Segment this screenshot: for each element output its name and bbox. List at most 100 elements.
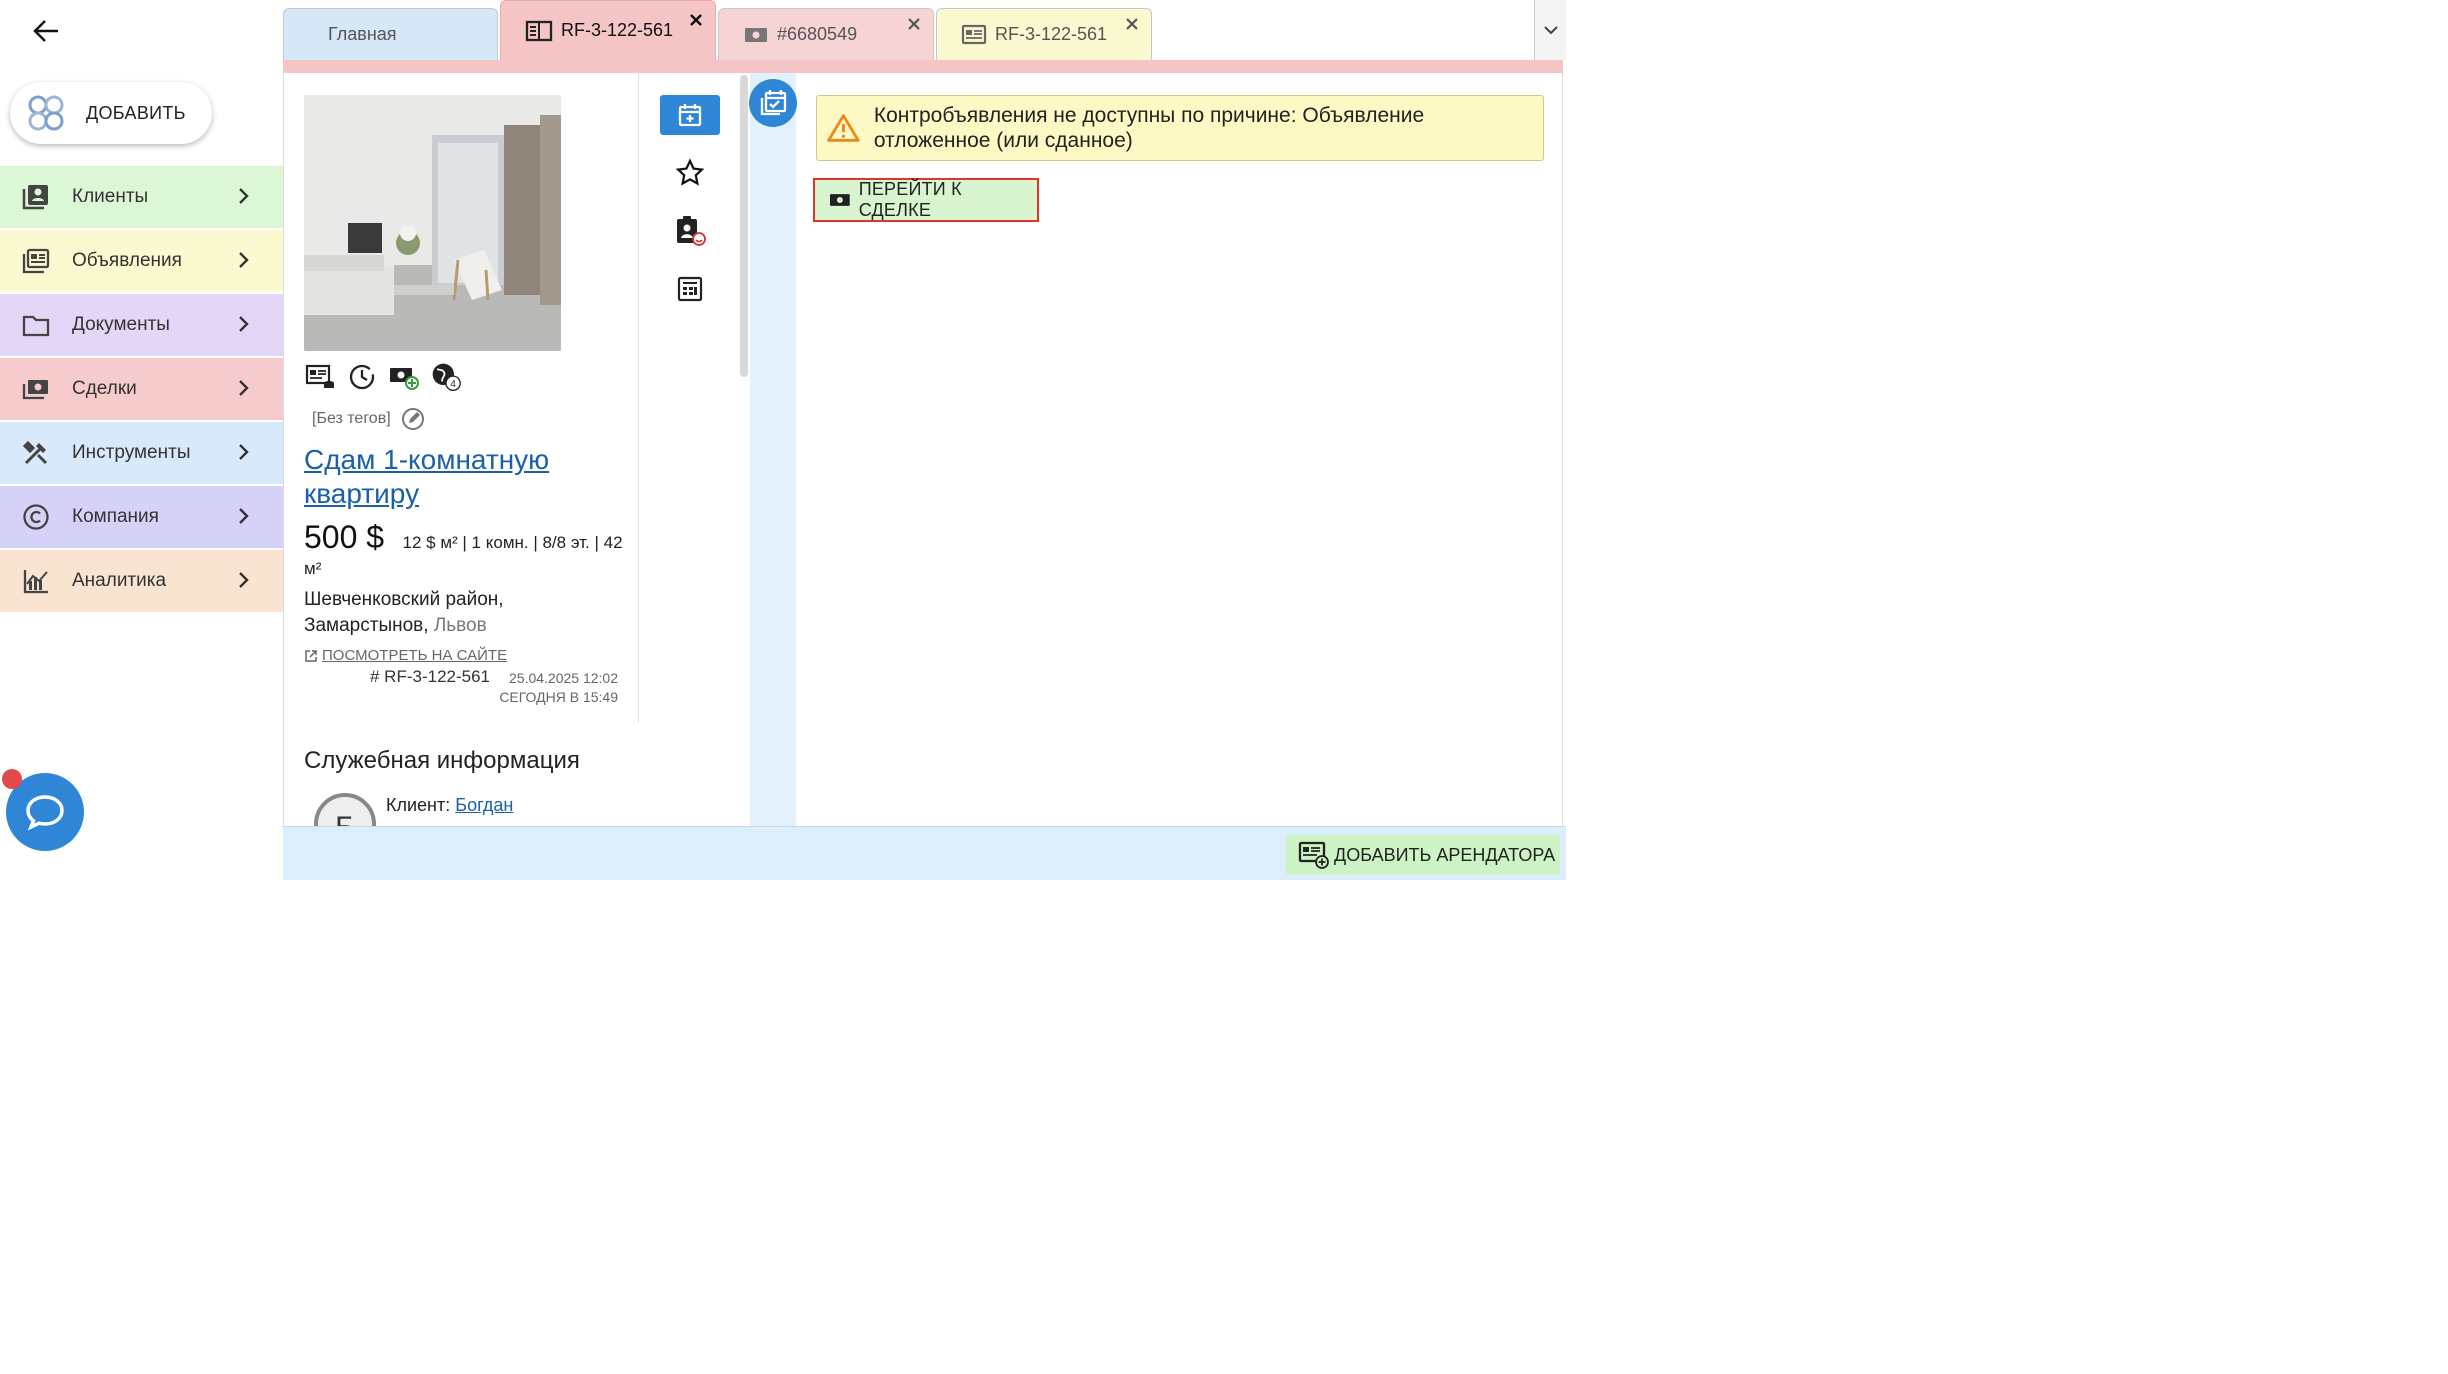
deal-icon — [22, 375, 50, 403]
add-button[interactable]: ДОБАВИТЬ — [10, 82, 212, 144]
add-tenant-button[interactable]: ДОБАВИТЬ АРЕНДАТОРА — [1286, 835, 1560, 875]
calendar-check-icon — [760, 90, 787, 116]
add-deal-icon[interactable] — [388, 361, 420, 393]
copyright-icon — [22, 503, 50, 531]
sidebar-item-label: Компания — [72, 506, 159, 527]
listings-icon — [22, 247, 50, 275]
client-smile-icon — [677, 216, 706, 246]
sidebar-item-deals[interactable]: Сделки — [0, 358, 283, 420]
listing-actions — [660, 95, 720, 309]
client-reaction-button[interactable] — [660, 211, 720, 251]
client-name-link[interactable]: Богдан — [455, 795, 513, 815]
favorite-button[interactable] — [660, 153, 720, 193]
sidebar-item-label: Клиенты — [72, 186, 149, 207]
listing-dates: 25.04.2025 12:02 СЕГОДНЯ В 15:49 — [484, 669, 618, 707]
close-icon[interactable] — [1123, 15, 1141, 33]
apartment-photo-image — [304, 95, 561, 351]
chevron-right-icon — [239, 572, 249, 588]
tab-deal[interactable]: #6680549 — [718, 8, 934, 60]
add-tenant-label: ДОБАВИТЬ АРЕНДАТОРА — [1334, 844, 1556, 865]
tab-label: RF-3-122-561 — [995, 24, 1108, 44]
sidebar-item-analytics[interactable]: Аналитика — [0, 550, 283, 612]
no-tags-label: [Без тегов] — [312, 410, 391, 427]
listing-content: 4 [Без тегов] Сдам 1-комнатную квартиру … — [283, 73, 1563, 855]
analytics-icon — [22, 567, 50, 595]
view-site-label: ПОСМОТРЕТЬ НА САЙТЕ — [322, 647, 508, 664]
sidebar-item-label: Объявления — [72, 250, 182, 271]
folder-icon — [22, 311, 50, 339]
calendar-panel-strip — [750, 73, 796, 826]
calendar-check-button[interactable] — [749, 79, 797, 127]
tools-icon — [22, 439, 50, 467]
tab-label: Главная — [328, 24, 397, 44]
sidebar-menu: Клиенты Объявления Документы Сделки Инст — [0, 166, 283, 614]
tab-label: RF-3-122-561 — [561, 20, 674, 40]
go-to-deal-button[interactable]: ПЕРЕЙТИ К СДЕЛКЕ — [813, 178, 1039, 222]
chevron-right-icon — [239, 316, 249, 332]
scrollbar-thumb[interactable] — [740, 75, 748, 377]
calculator-button[interactable] — [660, 269, 720, 309]
add-listing-icon — [1298, 841, 1329, 869]
client-line: Клиент: Богдан — [386, 795, 513, 816]
back-button[interactable] — [28, 14, 64, 48]
sidebar-item-clients[interactable]: Клиенты — [0, 166, 283, 228]
sidebar-item-company[interactable]: Компания — [0, 486, 283, 548]
money-icon — [745, 27, 767, 42]
address-district: Шевченковский район, — [304, 589, 504, 610]
close-icon[interactable] — [905, 15, 923, 33]
sidebar-item-tools[interactable]: Инструменты — [0, 422, 283, 484]
tab-listing[interactable]: RF-3-122-561 — [936, 8, 1152, 60]
chevron-right-icon — [239, 508, 249, 524]
money-icon — [829, 194, 850, 206]
sidebar-item-label: Сделки — [72, 378, 137, 399]
tab-dropdown-button[interactable] — [1534, 0, 1566, 60]
close-icon[interactable] — [687, 11, 705, 29]
sidebar-item-label: Документы — [72, 314, 170, 335]
add-event-button[interactable] — [660, 95, 720, 135]
counter-listings-warning: Контробъявления не доступны по причине: … — [816, 95, 1544, 161]
globe-icon[interactable]: 4 — [430, 361, 462, 393]
view-on-site-link[interactable]: ПОСМОТРЕТЬ НА САЙТЕ — [304, 647, 507, 664]
address-area: Замарстынов, — [304, 615, 429, 636]
tab-listing-active[interactable]: RF-3-122-561 — [500, 0, 716, 60]
add-button-label: ДОБАВИТЬ — [86, 102, 186, 123]
arrow-left-icon — [33, 20, 58, 42]
chevron-down-icon — [1543, 26, 1558, 35]
sidebar-item-documents[interactable]: Документы — [0, 294, 283, 356]
sidebar-item-label: Инструменты — [72, 442, 191, 463]
listing-price: 500 $ — [304, 519, 385, 555]
clients-icon — [22, 183, 50, 211]
tab-home[interactable]: Главная — [283, 8, 498, 60]
sidebar-item-listings[interactable]: Объявления — [0, 230, 283, 292]
external-link-icon — [305, 649, 317, 662]
tab-bar: Главная RF-3-122-561 #6680549 RF-3-122-5… — [283, 0, 1566, 60]
tab-label: #6680549 — [777, 24, 858, 44]
warning-text: Контробъявления не доступны по причине: … — [873, 104, 1425, 152]
go-to-deal-label: ПЕРЕЙТИ К СДЕЛКЕ — [858, 179, 962, 220]
address-city: Львов — [433, 615, 487, 636]
date-created: 25.04.2025 12:02 — [509, 670, 618, 686]
globe-badge-count: 4 — [450, 379, 456, 390]
listing-ref-id: # RF-3-122-561 — [370, 667, 491, 686]
edit-tags-icon[interactable] — [401, 407, 425, 431]
listing-database-icon[interactable] — [304, 361, 336, 393]
column-divider — [638, 73, 639, 723]
chat-notification-dot — [2, 769, 22, 789]
sidebar-item-label: Аналитика — [72, 570, 167, 591]
listing-tools: 4 — [304, 361, 462, 393]
price-row: 500 $ 12 $ м² | 1 комн. | 8/8 эт. | 42 м… — [304, 519, 624, 582]
history-clock-icon[interactable] — [346, 361, 378, 393]
calculator-icon — [677, 276, 703, 302]
bottom-bar: ДОБАВИТЬ АРЕНДАТОРА — [283, 826, 1566, 880]
warning-triangle-icon — [827, 114, 860, 142]
star-icon — [675, 158, 705, 186]
chevron-right-icon — [239, 188, 249, 204]
listing-address: Шевченковский район, Замарстынов, Львов — [304, 587, 624, 639]
calendar-add-icon — [678, 104, 702, 127]
listing-photo[interactable] — [304, 95, 561, 351]
add-logo-icon — [28, 95, 64, 131]
chat-bubble-icon — [26, 795, 64, 831]
listing-title-link[interactable]: Сдам 1-комнатную квартиру — [304, 443, 604, 511]
sidebar: ДОБАВИТЬ Клиенты Объявления Документы Сд… — [0, 0, 283, 880]
chevron-right-icon — [239, 252, 249, 268]
